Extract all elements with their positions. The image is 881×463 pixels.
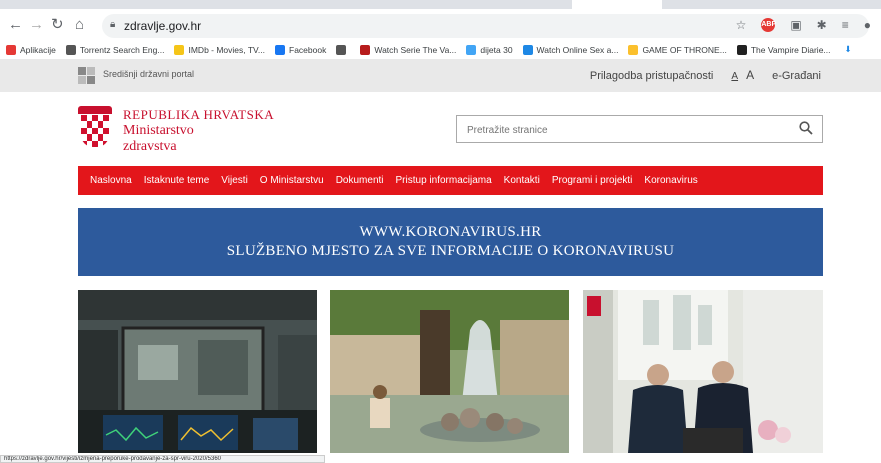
puzzle-extensions-icon[interactable]: ✱ — [817, 18, 827, 32]
bookmark-label: Watch Online Sex a... — [536, 44, 619, 55]
bookmark-item[interactable]: The Vampire Diarie... — [736, 44, 831, 55]
ministry-title[interactable]: REPUBLIKA HRVATSKA Ministarstvo zdravstv… — [123, 107, 274, 155]
address-row: ← → ↻ ⌂ 🔒︎ zdravlje.gov.hr ☆ ABP ▣ ✱ ≡ ● — [0, 14, 881, 40]
nav-item[interactable]: Kontakti — [504, 175, 540, 186]
bookmark-item[interactable]: IMDb - Movies, TV... — [174, 44, 266, 55]
bookmark-item[interactable]: Watch Online Sex a... — [522, 44, 619, 55]
coat-of-arms-icon[interactable] — [78, 106, 112, 148]
portal-link[interactable]: Središnji državni portal — [103, 69, 194, 79]
extension-icon[interactable]: ▣ — [790, 18, 801, 32]
nav-item[interactable]: Naslovna — [90, 175, 132, 186]
font-size-small-button[interactable]: A — [731, 71, 738, 82]
360-icon — [466, 44, 477, 55]
main-navigation: Naslovna Istaknute teme Vijesti O Ministars… — [78, 166, 823, 195]
bookmark-label: dijeta 30 — [480, 44, 513, 55]
nav-item[interactable]: Vijesti — [221, 175, 248, 186]
bookmark-item[interactable]: Torrentz Search Eng... — [65, 44, 165, 55]
bookmark-star-icon[interactable]: ☆ — [736, 18, 747, 32]
gov-portal-logo-icon[interactable] — [78, 67, 95, 84]
font-size-large-button[interactable]: A — [746, 68, 754, 82]
nav-item[interactable]: Dokumenti — [336, 175, 384, 186]
bookmark-item[interactable]: Facebook — [275, 44, 327, 55]
back-arrow-icon[interactable]: ← — [8, 16, 23, 34]
egradjani-link[interactable]: e-Građani — [772, 70, 821, 82]
koronavirus-banner[interactable]: WWW.KORONAVIRUS.HR SLUŽBENO MJESTO ZA SV… — [78, 208, 823, 276]
bookmark-label: Facebook — [289, 44, 327, 55]
bookmark-label: Torrentz Search Eng... — [79, 44, 165, 55]
search-icon[interactable] — [799, 121, 813, 135]
status-bar-url: https://zdravlje.gov.hr/vijesti/izmjena-… — [0, 455, 325, 463]
news-image-operating-room[interactable] — [78, 290, 317, 453]
bookmark-label: GAME OF THRONE... — [642, 44, 727, 55]
news-image-fountain[interactable] — [330, 290, 569, 453]
adblock-extension-icon[interactable]: ABP — [761, 18, 776, 32]
bookmark-item[interactable]: dijeta 30 — [466, 44, 513, 55]
imdb-icon — [174, 44, 185, 55]
url-text[interactable]: zdravlje.gov.hr — [124, 19, 201, 33]
bookmark-label: The Vampire Diarie... — [750, 44, 831, 55]
forward-arrow-icon[interactable]: → — [29, 16, 44, 34]
banner-line-2: SLUŽBENO MJESTO ZA SVE INFORMACIJE O KOR… — [226, 243, 675, 259]
ministry-line-2: Ministarstvo — [123, 123, 194, 138]
ministry-line-1: REPUBLIKA HRVATSKA — [123, 107, 275, 122]
bookmark-item[interactable]: GAME OF THRONE... — [628, 44, 727, 55]
bookmark-label: IMDb - Movies, TV... — [188, 44, 266, 55]
nav-item[interactable]: Istaknute teme — [144, 175, 210, 186]
bookmark-item[interactable]: Watch Serie The Va... — [360, 44, 457, 55]
browser-chrome: ← → ↻ ⌂ 🔒︎ zdravlje.gov.hr ☆ ABP ▣ ✱ ≡ ●… — [0, 0, 881, 58]
site-search — [456, 115, 823, 143]
apps-grid-icon — [6, 44, 16, 55]
nav-item[interactable]: Pristup informacijama — [396, 175, 492, 186]
home-icon[interactable]: ⌂ — [75, 16, 84, 34]
nav-item[interactable]: Koronavirus — [644, 175, 697, 186]
active-tab[interactable] — [572, 0, 662, 9]
reading-list-icon[interactable]: ≡ — [842, 18, 849, 32]
accessibility-link[interactable]: Prilagodba pristupačnosti — [590, 70, 714, 82]
bat-icon — [736, 44, 747, 55]
nav-item[interactable]: Programi i projekti — [552, 175, 633, 186]
profile-icon[interactable]: ● — [864, 18, 871, 32]
puzzle-icon — [522, 44, 533, 55]
bookmark-label: Watch Serie The Va... — [374, 44, 457, 55]
bookmark-label: Aplikacije — [20, 44, 56, 55]
nav-item[interactable]: O Ministarstvu — [260, 175, 324, 186]
ministry-line-3: zdravstva — [123, 139, 177, 154]
download-icon[interactable]: ⬇ — [845, 44, 852, 55]
search-input[interactable] — [467, 122, 787, 138]
banner-line-1: WWW.KORONAVIRUS.HR — [359, 224, 542, 240]
tab-strip — [0, 0, 881, 9]
site-header: REPUBLIKA HRVATSKA Ministarstvo zdravstv… — [0, 92, 881, 166]
globe-icon — [65, 44, 76, 55]
bookmark-item[interactable]: Aplikacije — [6, 44, 56, 55]
facebook-icon — [275, 44, 286, 55]
bookmark-item[interactable] — [336, 44, 350, 55]
bookmarks-bar: Aplikacije Torrentz Search Eng... IMDb - M… — [0, 41, 881, 58]
news-image-press-conference[interactable] — [583, 290, 823, 453]
sw-icon — [360, 44, 371, 55]
reload-icon[interactable]: ↻ — [51, 16, 64, 34]
star-icon — [628, 44, 639, 55]
globe-icon — [336, 44, 347, 55]
lock-icon: 🔒︎ — [110, 19, 116, 30]
portal-bar: Središnji državni portal Prilagodba pris… — [0, 59, 881, 92]
